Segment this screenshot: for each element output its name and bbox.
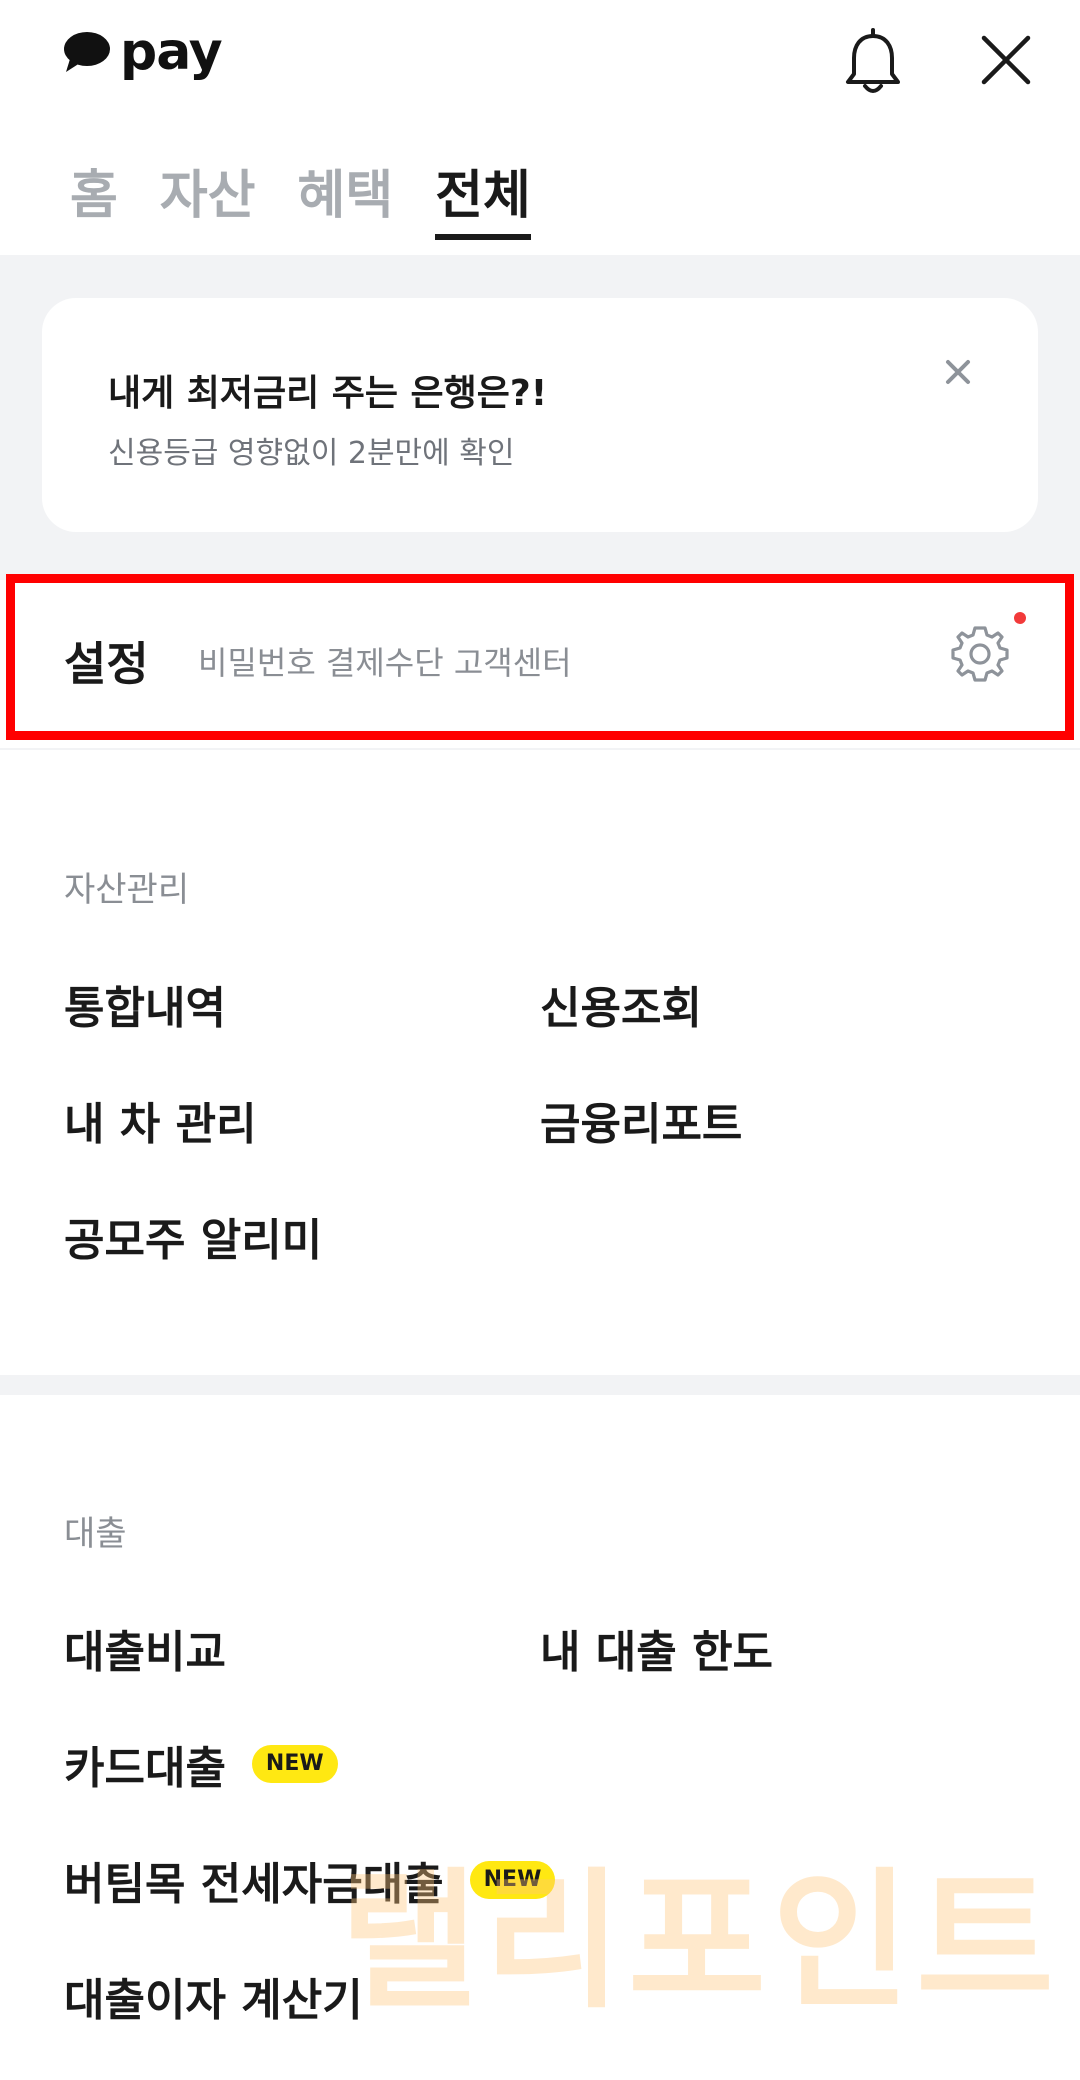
menu-item-jeonse-loan[interactable]: 버팀목 전세자금대출 NEW [64,1848,556,1912]
menu-item-ipo[interactable]: 공모주 알리미 [64,1204,322,1268]
section-label-loan: 대출 [64,1514,127,1554]
chat-bubble-icon [64,32,110,72]
banner-close-icon[interactable] [938,352,978,392]
promo-title: 내게 최저금리 주는 은행은?! [108,373,548,414]
promo-subtitle: 신용등급 영향없이 2분만에 확인 [108,436,515,471]
promo-banner[interactable]: 내게 최저금리 주는 은행은?! 신용등급 영향없이 2분만에 확인 [42,298,1038,532]
settings-highlight-box [6,574,1074,740]
menu-item-credit[interactable]: 신용조회 [540,972,702,1036]
menu-item-interest-calculator[interactable]: 대출이자 계산기 [64,1964,363,2028]
page: pay 홈 자산 혜택 전체 내게 최저금리 주는 은행은?! 신용등급 영향없… [0,0,1080,2080]
new-badge: NEW [251,1745,338,1783]
menu-item-label: 내 대출 한도 [540,1627,774,1678]
menu-item-label: 대출비교 [64,1627,226,1678]
tab-assets[interactable]: 자산 [160,160,256,232]
close-icon[interactable] [976,30,1036,90]
new-badge: NEW [469,1861,556,1899]
kakaopay-logo[interactable]: pay [62,22,223,82]
menu-item-loan-limit[interactable]: 내 대출 한도 [540,1616,773,1680]
menu-item-history[interactable]: 통합내역 [64,972,226,1036]
section-divider [0,1375,1080,1395]
menu-item-label: 카드대출 [64,1743,226,1794]
tab-all[interactable]: 전체 [435,160,531,240]
menu-item-loan-compare[interactable]: 대출비교 [64,1616,226,1680]
menu-item-label: 대출이자 계산기 [64,1975,363,2026]
logo-text: pay [120,22,223,82]
menu-item-label: 버팀목 전세자금대출 [64,1859,444,1910]
tab-home[interactable]: 홈 [70,160,118,232]
bell-icon[interactable] [838,28,908,98]
top-tabs: 홈 자산 혜택 전체 [70,160,531,240]
tab-benefits[interactable]: 혜택 [298,160,394,232]
header: pay [0,0,1080,120]
section-label-asset: 자산관리 [64,870,190,910]
menu-item-card-loan[interactable]: 카드대출 NEW [64,1732,338,1796]
menu-item-car[interactable]: 내 차 관리 [64,1088,257,1152]
menu-item-report[interactable]: 금융리포트 [540,1088,742,1152]
